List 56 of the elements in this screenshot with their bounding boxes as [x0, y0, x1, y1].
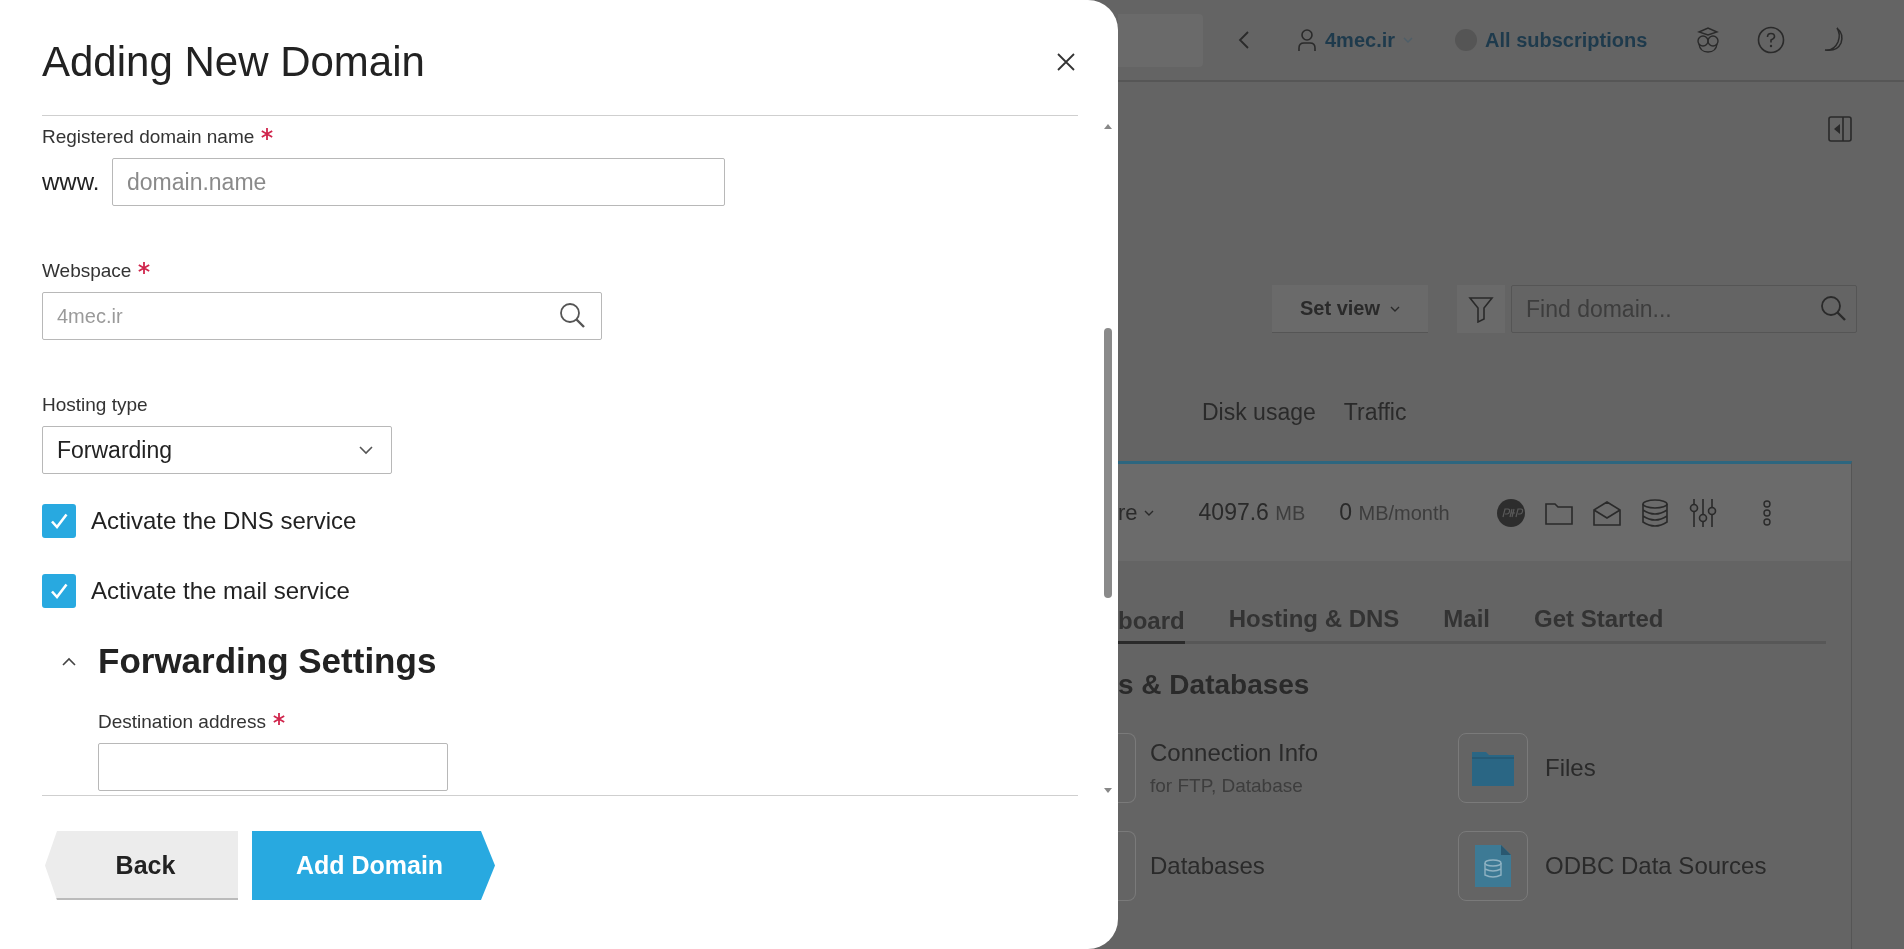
subscriptions-menu[interactable]: All subscriptions	[1485, 28, 1648, 52]
sidebar-toggle-icon[interactable]	[1828, 116, 1852, 142]
hosting-type-select[interactable]: Forwarding	[42, 426, 392, 474]
add-domain-button[interactable]: Add Domain	[252, 831, 495, 900]
chevron-down-icon	[359, 445, 373, 455]
search-field[interactable]	[1118, 13, 1203, 67]
folder-icon[interactable]	[1544, 500, 1573, 525]
checkbox-label: Activate the DNS service	[91, 507, 357, 535]
checkbox-label: Activate the mail service	[91, 577, 350, 605]
user-icon	[1297, 28, 1317, 52]
field-label: Hosting type	[42, 394, 148, 416]
help-icon[interactable]	[1757, 26, 1786, 54]
field-label: Webspace	[42, 260, 132, 282]
domain-input[interactable]: domain.name	[112, 158, 725, 206]
files-tile-icon[interactable]	[1458, 733, 1528, 803]
field-label: Destination address	[98, 711, 266, 733]
webspace-field[interactable]: 4mec.ir	[42, 292, 602, 340]
checkbox[interactable]	[42, 504, 76, 538]
tile-title[interactable]: ODBC Data Sources	[1545, 852, 1767, 880]
status-label[interactable]: re	[1118, 499, 1138, 526]
search-icon	[1820, 295, 1848, 323]
scroll-down-icon[interactable]	[1103, 787, 1113, 795]
close-icon[interactable]	[1056, 51, 1076, 72]
tile-title[interactable]: Connection Info	[1150, 739, 1319, 767]
filter-button[interactable]	[1457, 285, 1505, 333]
caret-icon	[1390, 305, 1400, 312]
chevron-left-icon[interactable]	[1238, 30, 1250, 50]
filter-icon	[1468, 295, 1494, 323]
column-header[interactable]: Traffic	[1343, 399, 1407, 426]
tile-title[interactable]: Databases	[1150, 852, 1265, 880]
more-icon[interactable]	[1762, 499, 1771, 526]
caret-icon	[1143, 509, 1154, 516]
scroll-up-icon[interactable]	[1103, 122, 1113, 130]
field-label: Registered domain name	[42, 126, 255, 148]
scrollbar-thumb[interactable]	[1104, 327, 1112, 598]
database-icon[interactable]	[1640, 498, 1669, 527]
section-heading: s & Databases	[1118, 669, 1311, 701]
owl-icon[interactable]	[1695, 26, 1722, 54]
odbc-tile-icon[interactable]	[1458, 831, 1528, 901]
sliders-icon[interactable]	[1688, 497, 1717, 528]
set-view-button[interactable]: Set view	[1272, 285, 1428, 333]
destination-input[interactable]	[98, 743, 448, 791]
section-title: Forwarding Settings	[98, 641, 437, 681]
dialog-title: Adding New Domain	[42, 37, 425, 86]
tile-title[interactable]: Files	[1545, 754, 1596, 782]
back-button[interactable]: Back	[45, 831, 238, 900]
chevron-up-icon[interactable]	[62, 656, 76, 666]
php-icon[interactable]	[1496, 498, 1525, 527]
tile-icon[interactable]	[1118, 733, 1136, 803]
account-menu[interactable]: 4mec.ir	[1325, 28, 1396, 52]
checkbox[interactable]	[42, 574, 76, 608]
tile-icon[interactable]	[1118, 831, 1136, 901]
envelope-icon[interactable]	[1592, 499, 1621, 526]
column-header[interactable]: Disk usage	[1202, 399, 1316, 426]
prefix-label: www.	[42, 168, 101, 196]
search-icon	[559, 302, 587, 330]
